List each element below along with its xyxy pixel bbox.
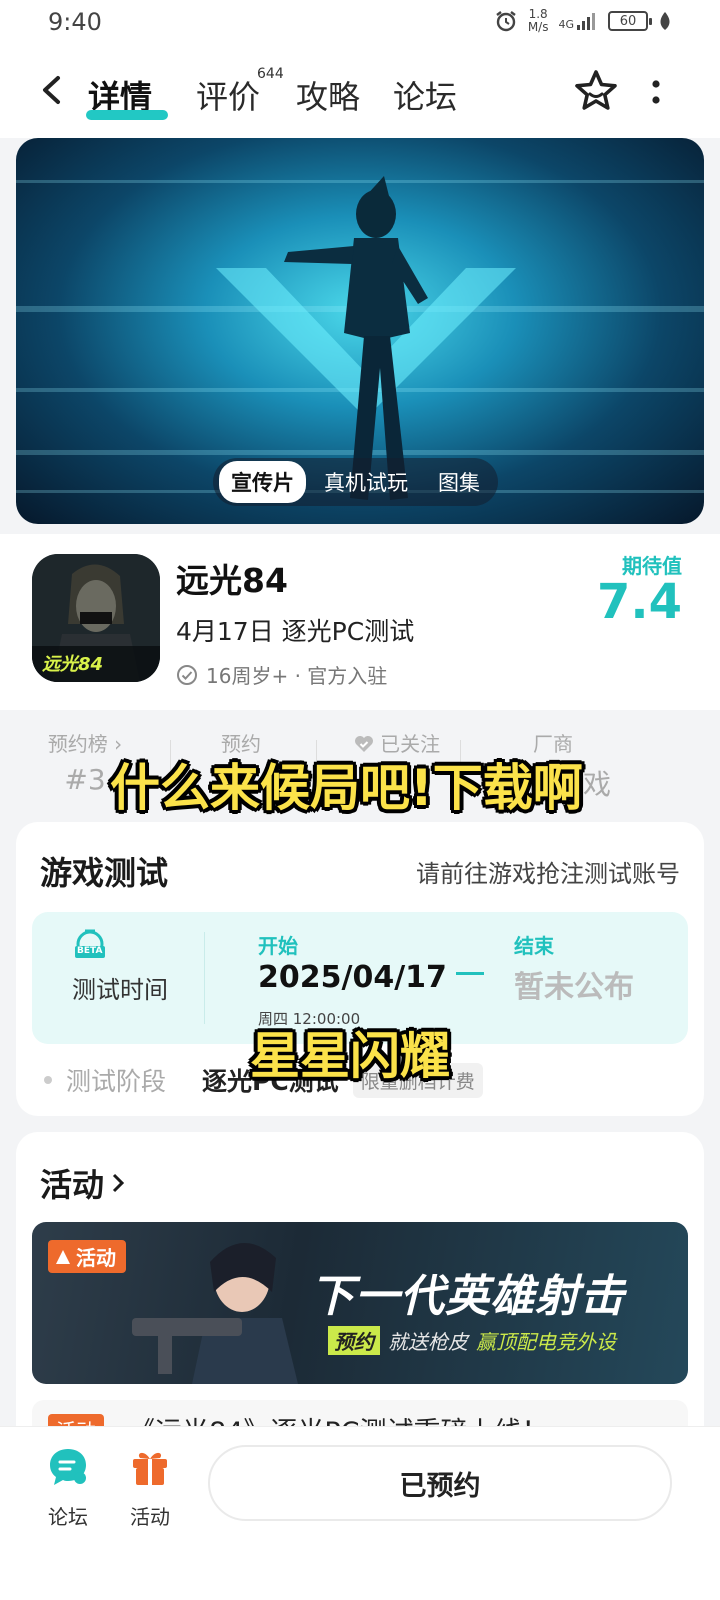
bottom-forum-button[interactable]: 论坛 (28, 1445, 108, 1530)
alarm-icon (496, 11, 516, 32)
date-range-dash (456, 972, 484, 975)
tab-reviews[interactable]: 评价 (196, 72, 260, 118)
media-tab-promo[interactable]: 宣传片 (219, 461, 306, 503)
end-label: 结束 (514, 934, 554, 958)
game-icon-logo-text: 远光84 (42, 654, 104, 675)
video-caption-overlay: 什么来候局吧!下载啊 (110, 759, 583, 817)
network-speed: 1.8 M/s (527, 7, 549, 34)
game-meta: 16周岁+ · 官方入驻 (176, 660, 387, 689)
status-time: 9:40 (48, 8, 102, 36)
tab-guides[interactable]: 攻略 (296, 72, 360, 118)
test-time-label: 测试时间 (72, 976, 168, 1004)
beta-label: BETA (77, 946, 103, 956)
beta-clock-icon (75, 929, 105, 958)
game-subtitle: 4月17日 逐光PC测试 (176, 617, 415, 646)
reserved-button[interactable]: 已预约 (208, 1445, 672, 1521)
banner-activity-tag: 活动 (48, 1240, 126, 1273)
activity-banner[interactable]: 活动 下一代英雄射击 预约 就送枪皮 赢顶配电竞外设 (32, 1222, 688, 1384)
gift-icon (133, 1452, 167, 1485)
media-type-tabs: 宣传片 真机试玩 图集 (213, 458, 498, 506)
media-tab-gallery[interactable]: 图集 (426, 461, 492, 503)
signal-icon: 4G (558, 11, 598, 31)
leaf-icon (660, 12, 670, 30)
status-bar: 9:40 1.8 M/s 4G 60 (0, 0, 720, 44)
end-value: 暂未公布 (514, 970, 634, 1005)
status-icons: 1.8 M/s 4G 60 (494, 8, 672, 34)
chevron-right-icon (112, 1173, 125, 1193)
bottom-activity-button[interactable]: 活动 (110, 1445, 190, 1530)
game-test-title: 游戏测试 (40, 854, 169, 892)
game-info-section: 远光84 远光84 4月17日 逐光PC测试 16周岁+ · 官方入驻 期待值 … (0, 534, 720, 710)
promo-video-player[interactable]: 宣传片 真机试玩 图集 (16, 138, 704, 524)
game-test-hint[interactable]: 请前往游戏抢注测试账号 (416, 854, 680, 889)
start-date: 2025/04/17 (258, 960, 447, 995)
activity-tag-icon (56, 1249, 70, 1264)
activity-card: 活动 活动 下一代英雄射击 预约 就送枪皮 赢顶配电竞外设 活动 《远光84》逐… (16, 1132, 704, 1460)
game-app-icon[interactable]: 远光84 (32, 554, 160, 682)
test-phase-label: 测试阶段 (66, 1067, 167, 1096)
activity-title[interactable]: 活动 (40, 1160, 126, 1206)
banner-character-art (132, 1242, 298, 1384)
more-options-icon[interactable] (648, 76, 664, 110)
favorite-star-icon[interactable] (573, 68, 619, 114)
expectation-score: 7.4 (596, 574, 682, 630)
banner-subtitle: 预约 就送枪皮 赢顶配电竞外设 (328, 1326, 616, 1355)
active-tab-indicator (86, 110, 168, 120)
top-navigation: 详情 评价 644 攻略 论坛 (0, 44, 720, 138)
banner-headline: 下一代英雄射击 (310, 1271, 625, 1322)
character-silhouette (284, 176, 428, 500)
verified-check-icon (177, 664, 197, 685)
battery-icon: 60 (608, 11, 652, 31)
start-label: 开始 (258, 934, 298, 958)
reviews-count-badge: 644 (257, 66, 284, 82)
media-tab-gameplay[interactable]: 真机试玩 (312, 461, 420, 503)
tab-forum[interactable]: 论坛 (393, 72, 457, 118)
caption-overlay-middle: 星星闪耀 (250, 1027, 450, 1085)
game-title: 远光84 (176, 561, 288, 600)
back-arrow-icon[interactable] (32, 70, 72, 110)
bottom-action-bar: 论坛 活动 已预约 (0, 1426, 720, 1600)
forum-chat-icon (50, 1449, 86, 1485)
